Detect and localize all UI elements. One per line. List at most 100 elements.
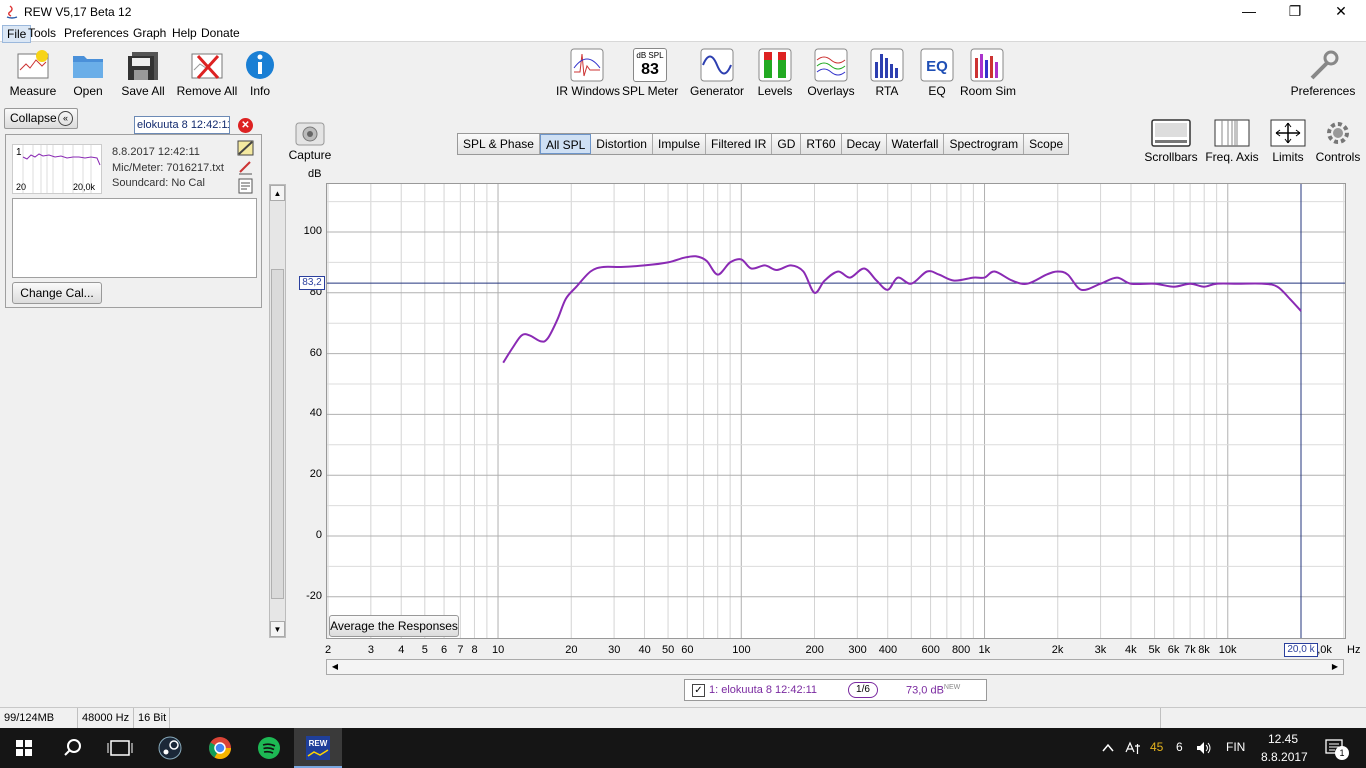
- scrollbar-thumb[interactable]: [271, 269, 284, 599]
- collapse-button[interactable]: Collapse «: [4, 108, 78, 129]
- y-tick-label: -20: [306, 589, 322, 602]
- scrollbars-icon: [1151, 119, 1191, 147]
- info-button[interactable]: Info: [242, 48, 278, 98]
- minimize-button[interactable]: —: [1226, 0, 1272, 24]
- legend-series-name[interactable]: 1: elokuuta 8 12:42:11: [709, 684, 817, 696]
- clock-date[interactable]: 8.8.2017: [1261, 750, 1308, 764]
- save-all-button[interactable]: Save All: [118, 48, 168, 98]
- status-bit-depth: 16 Bit: [134, 708, 170, 728]
- search-icon: [64, 739, 81, 756]
- room-sim-button[interactable]: Room Sim: [960, 48, 1016, 98]
- scroll-up-icon[interactable]: ▲: [270, 185, 285, 201]
- measurement-thumbnail[interactable]: 1 20 20,0k: [12, 144, 102, 194]
- menu-preferences[interactable]: Preferences: [60, 25, 133, 41]
- limits-button[interactable]: Limits: [1266, 118, 1310, 164]
- x-tick-label: 4: [398, 644, 405, 656]
- chevron-up-icon[interactable]: [1100, 740, 1116, 756]
- x-tick-label: 8: [471, 644, 478, 656]
- x-tick-label: 10: [492, 644, 505, 656]
- eq-icon: EQ: [920, 48, 954, 82]
- input-method-icon[interactable]: [1124, 740, 1142, 756]
- freq-axis-button[interactable]: Freq. Axis: [1202, 118, 1262, 164]
- average-responses-button[interactable]: Average the Responses: [329, 615, 459, 637]
- eq-button[interactable]: EQ EQ: [918, 48, 956, 98]
- scroll-right-icon[interactable]: ▶: [1327, 660, 1343, 674]
- overlays-button[interactable]: Overlays: [806, 48, 856, 98]
- maximize-button[interactable]: ❐: [1272, 0, 1318, 24]
- x-tick-label: 40: [638, 644, 651, 656]
- controls-button[interactable]: Controls: [1314, 118, 1362, 164]
- tab-spl-phase[interactable]: SPL & Phase: [458, 134, 540, 154]
- horizontal-scrollbar[interactable]: ◀ ▶: [326, 659, 1344, 675]
- pencil-icon[interactable]: [237, 159, 254, 175]
- x-tick-label: 5k: [1148, 644, 1161, 656]
- menu-donate[interactable]: Donate: [197, 25, 244, 41]
- status-sample-rate: 48000 Hz: [78, 708, 134, 728]
- scroll-down-icon[interactable]: ▼: [270, 621, 285, 637]
- notes-icon[interactable]: [237, 178, 254, 194]
- x-tick-label: 2k: [1051, 644, 1064, 656]
- x-tick-label: 2: [325, 644, 332, 656]
- x-tick-label: 7k: [1184, 644, 1196, 656]
- tab-scope[interactable]: Scope: [1024, 134, 1069, 154]
- preferences-button[interactable]: Preferences: [1290, 48, 1356, 98]
- rta-button[interactable]: RTA: [868, 48, 906, 98]
- close-button[interactable]: ✕: [1318, 0, 1364, 24]
- thumbnail-x-max: 20,0k: [73, 182, 96, 192]
- capture-button[interactable]: Capture: [288, 122, 332, 162]
- spl-plot-area[interactable]: [326, 183, 1346, 639]
- vertical-scrollbar[interactable]: ▲ ▼: [269, 184, 286, 638]
- task-view-button[interactable]: [96, 728, 144, 768]
- tab-decay[interactable]: Decay: [841, 134, 887, 154]
- open-button[interactable]: Open: [68, 48, 108, 98]
- rew-icon: REW: [306, 736, 330, 760]
- menu-help[interactable]: Help: [168, 25, 201, 41]
- speaker-icon[interactable]: [1195, 740, 1213, 756]
- windows-start-button[interactable]: [0, 728, 48, 768]
- measurement-date: 8.8.2017 12:42:11: [112, 146, 200, 158]
- change-cal-button[interactable]: Change Cal...: [12, 282, 102, 304]
- camera-icon: [295, 122, 325, 146]
- measure-button[interactable]: Measure: [8, 48, 58, 98]
- remove-all-button[interactable]: Remove All: [176, 48, 238, 98]
- scrollbars-button[interactable]: Scrollbars: [1144, 118, 1198, 164]
- tab-gd[interactable]: GD: [772, 134, 802, 154]
- tab-rt60[interactable]: RT60: [801, 134, 842, 154]
- x-tick-label: 60: [681, 644, 694, 656]
- tab-filtered-ir[interactable]: Filtered IR: [706, 134, 773, 154]
- measurement-name-field[interactable]: elokuuta 8 12:42:11: [134, 116, 230, 134]
- measurement-notes-area[interactable]: [12, 198, 257, 278]
- rew-taskbar-button[interactable]: REW: [294, 728, 342, 768]
- legend-checkbox[interactable]: ✓: [692, 684, 705, 697]
- tab-spectrogram[interactable]: Spectrogram: [944, 134, 1025, 154]
- clock-time[interactable]: 12.45: [1268, 732, 1298, 746]
- close-icon[interactable]: ✕: [238, 118, 253, 133]
- x-tick-label: 3: [367, 644, 374, 656]
- limits-icon: [1270, 119, 1306, 147]
- spl-graph: [327, 184, 1345, 638]
- calibration-icon[interactable]: [237, 140, 254, 156]
- tab-all-spl[interactable]: All SPL: [539, 134, 592, 154]
- cursor-y-readout: 83,2: [299, 276, 325, 290]
- menu-graph[interactable]: Graph: [129, 25, 170, 41]
- search-button[interactable]: [48, 728, 96, 768]
- generator-button[interactable]: Generator: [690, 48, 744, 98]
- spl-meter-button[interactable]: dB SPL 83 SPL Meter: [622, 48, 678, 98]
- language-indicator[interactable]: FIN: [1226, 740, 1245, 754]
- menu-tools[interactable]: Tools: [24, 25, 60, 41]
- spotify-taskbar-button[interactable]: [245, 728, 293, 768]
- smoothing-badge[interactable]: 1/6: [848, 682, 878, 698]
- x-tick-label: 10k: [1218, 644, 1237, 656]
- y-tick-label: 40: [309, 407, 322, 420]
- series-line[interactable]: [502, 255, 1302, 364]
- scroll-left-icon[interactable]: ◀: [327, 660, 343, 674]
- chrome-taskbar-button[interactable]: [196, 728, 244, 768]
- tab-distortion[interactable]: Distortion: [591, 134, 653, 154]
- steam-taskbar-button[interactable]: [146, 728, 194, 768]
- floppy-icon: [128, 52, 158, 80]
- wrench-icon: [1310, 50, 1339, 80]
- tab-impulse[interactable]: Impulse: [652, 134, 707, 154]
- tab-waterfall[interactable]: Waterfall: [886, 134, 945, 154]
- levels-button[interactable]: Levels: [756, 48, 794, 98]
- ir-windows-button[interactable]: IR Windows: [556, 48, 620, 98]
